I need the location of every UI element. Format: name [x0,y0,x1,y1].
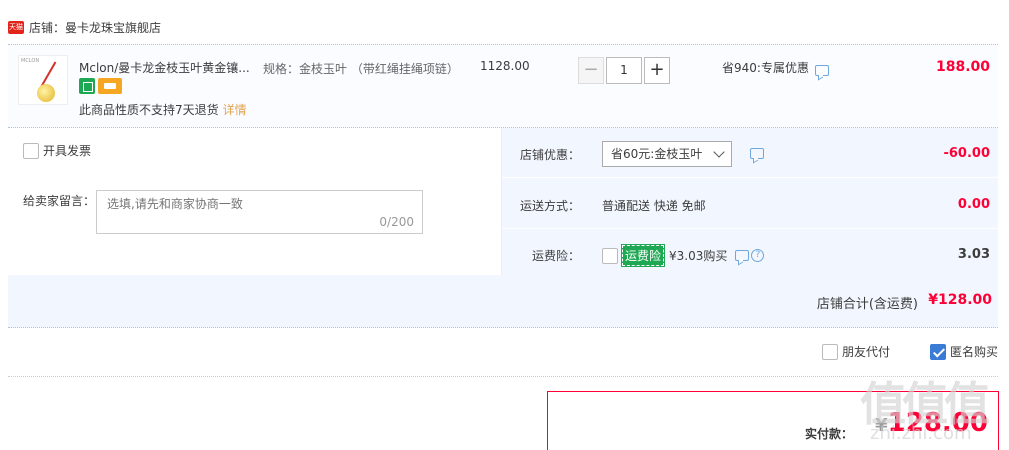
shipping-row: 运送方式： 普通配送 快递 免邮 0.00 [502,179,998,229]
service-badge-icon[interactable] [79,78,95,94]
message-input[interactable] [107,197,407,211]
no-return-notice: 此商品性质不支持7天退货 详情 [79,101,247,118]
product-spec: 规格：金枝玉叶 （带红绳挂绳项链） [263,62,459,76]
comment-icon[interactable] [735,250,750,261]
insurance-row: 运费险： 运费险 ¥3.03购买 ? 3.03 [502,229,998,275]
thumbnail-brand: MCLON [21,58,40,64]
tmall-icon: 天猫 [8,20,24,34]
order-details: 开具发票 给卖家留言： 0/200 店铺优惠： 省60元:金枝玉叶 -60.00… [8,128,998,328]
invoice-label: 开具发票 [43,144,92,158]
cart-item: MCLON Mclon/曼卡龙金枝玉叶黄金镶... 此商品性质不支持7天退货 详情… [8,44,998,128]
gold-pendant [37,84,55,102]
shop-discount-select[interactable]: 省60元:金枝玉叶 [602,141,732,167]
promotion: 省940:专属优惠 [722,59,829,76]
detail-link[interactable]: 详情 [223,103,247,117]
shop-discount-amount: -60.00 [943,146,990,161]
invoice-checkbox[interactable] [23,142,39,159]
quantity-stepper: − 1 + [578,57,670,84]
shop-discount-row: 店铺优惠： 省60元:金枝玉叶 -60.00 [502,128,998,178]
insurance-label: 运费险： [531,249,580,263]
message-label: 给卖家留言： [23,194,96,208]
product-title[interactable]: Mclon/曼卡龙金枝玉叶黄金镶... [79,59,255,76]
shipping-amount: 0.00 [957,197,990,212]
chevron-down-icon [713,146,725,158]
shop-header: 天猫 店铺：曼卡龙珠宝旗舰店 [8,14,161,40]
anonymous-checkbox[interactable] [930,343,946,360]
payment-label: 实付款： [804,427,853,441]
friend-pay-label: 朋友代付 [842,345,891,359]
insurance-tag: 运费险 [620,244,666,267]
shop-discount-value: 省60元:金枝玉叶 [611,147,703,161]
watermark-site: zhi.zhi.com [870,423,972,444]
comment-icon[interactable] [814,65,829,76]
shop-total-row: 店铺合计(含运费) ¥128.00 [8,275,998,328]
insurance-amount: 3.03 [957,247,990,262]
unit-price: 1128.00 [480,59,530,73]
divider [8,376,998,377]
friend-pay-option[interactable]: 朋友代付 [822,343,890,360]
comment-icon[interactable] [750,148,764,159]
shipping-label: 运送方式： [519,199,580,213]
insurance-option: 运费险 ¥3.03购买 ? [602,244,765,267]
item-subtotal: 188.00 [935,59,990,75]
shop-discount-label: 店铺优惠： [519,148,580,162]
no-return-text: 此商品性质不支持7天退货 [79,103,219,117]
card-badge-icon[interactable] [98,78,122,94]
shop-total-value: ¥128.00 [928,292,992,308]
promotion-text: 省940:专属优惠 [722,61,809,75]
invoice-option[interactable]: 开具发票 [23,142,91,159]
shipping-method: 普通配送 快递 免邮 [602,199,706,213]
order-left: 开具发票 给卖家留言： 0/200 [8,128,502,275]
shop-name[interactable]: 店铺：曼卡龙珠宝旗舰店 [29,19,161,36]
decrease-quantity-button[interactable]: − [578,57,604,84]
help-icon[interactable]: ? [751,249,765,262]
insurance-checkbox[interactable] [602,247,618,264]
quantity-input[interactable]: 1 [606,57,642,84]
message-box: 0/200 [96,190,423,234]
friend-pay-checkbox[interactable] [822,343,838,360]
product-thumbnail[interactable]: MCLON [18,55,68,105]
shop-total-label: 店铺合计(含运费) [816,297,918,312]
anonymous-option[interactable]: 匿名购买 [930,343,998,360]
increase-quantity-button[interactable]: + [644,57,670,84]
anonymous-label: 匿名购买 [950,345,999,359]
insurance-price: ¥3.03购买 [669,249,728,263]
message-char-count: 0/200 [379,215,414,229]
